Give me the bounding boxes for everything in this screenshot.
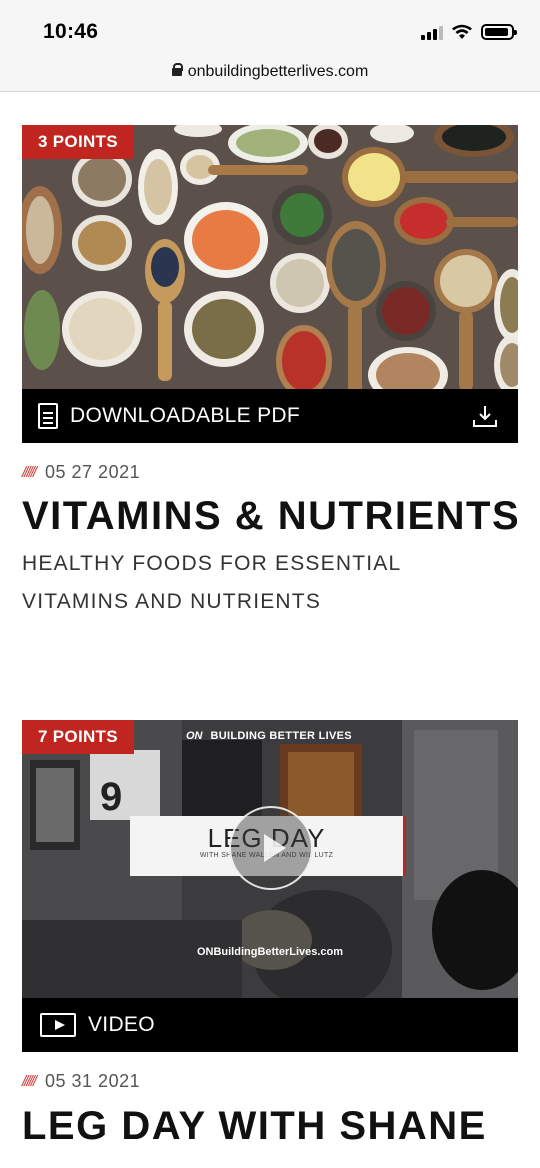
video-icon: [40, 1013, 76, 1037]
media-footer[interactable]: DOWNLOADABLE PDF: [22, 389, 518, 443]
status-bar: 10:46: [0, 0, 540, 52]
media-footer[interactable]: VIDEO: [22, 998, 518, 1052]
battery-icon: [481, 24, 517, 40]
card-media-video[interactable]: 9 7 POINTS ON BUILDING BETTER LIVES LEG …: [22, 720, 518, 1052]
card-media-pdf[interactable]: 3 POINTS DOWNLOADABLE PDF: [22, 125, 518, 443]
lock-icon: [171, 62, 183, 80]
status-icons: [421, 24, 517, 40]
meta-slashes: //////: [22, 464, 37, 481]
video-brand: ON BUILDING BETTER LIVES: [186, 730, 352, 742]
document-icon: [38, 403, 58, 429]
brand-text: BUILDING BETTER LIVES: [210, 730, 352, 742]
card-date: 05 31 2021: [45, 1071, 141, 1091]
card-date: 05 27 2021: [45, 462, 141, 482]
media-type-label: DOWNLOADABLE PDF: [70, 404, 301, 427]
card-title[interactable]: LEG DAY WITH SHANE: [22, 1104, 487, 1149]
play-button[interactable]: [229, 806, 313, 890]
on-logo: ON: [186, 730, 203, 742]
media-type-label: VIDEO: [88, 1013, 155, 1036]
status-time: 10:46: [43, 20, 99, 43]
url-text: onbuildingbetterlives.com: [187, 62, 369, 80]
points-badge: 7 POINTS: [22, 720, 134, 754]
meta-slashes: //////: [22, 1073, 37, 1090]
points-badge: 3 POINTS: [22, 125, 134, 159]
download-icon[interactable]: [472, 404, 498, 428]
video-site-watermark: ONBuildingBetterLives.com: [196, 946, 344, 958]
cellular-signal-icon: [421, 24, 443, 40]
card-title[interactable]: VITAMINS & NUTRIENTS: [22, 494, 520, 539]
wifi-icon: [452, 24, 472, 39]
card-meta: ////// 05 27 2021: [22, 462, 140, 483]
address-bar[interactable]: onbuildingbetterlives.com: [0, 52, 540, 92]
card-subtitle: HEALTHY FOODS FOR ESSENTIAL VITAMINS AND…: [22, 552, 401, 613]
svg-text:9: 9: [100, 775, 122, 819]
card-meta: ////// 05 31 2021: [22, 1071, 140, 1092]
